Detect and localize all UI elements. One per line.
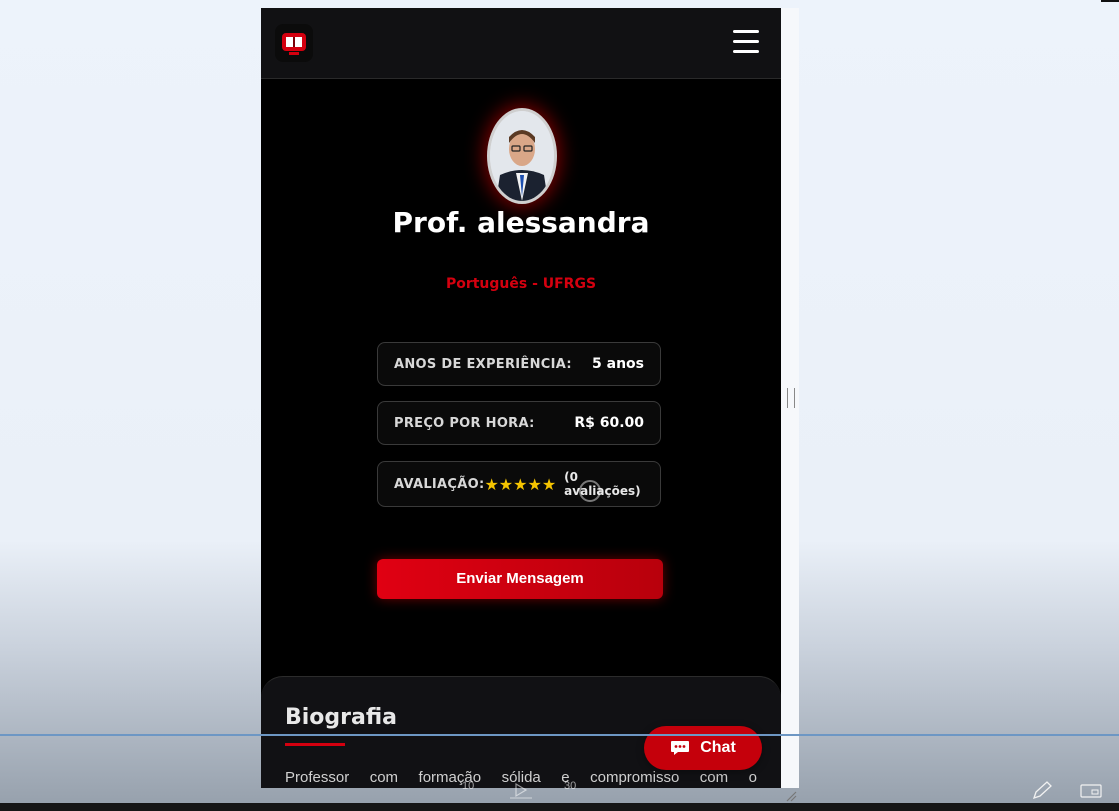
hamburger-icon[interactable]: [733, 30, 759, 54]
star-rating-icon: ★★★★★: [484, 474, 557, 494]
experience-label: ANOS DE EXPERIÊNCIA:: [394, 356, 572, 372]
send-message-button[interactable]: Enviar Mensagem: [377, 559, 663, 599]
chat-label: Chat: [700, 739, 736, 756]
navbar: [261, 8, 781, 79]
forward-label: 30: [564, 780, 577, 792]
forward-button[interactable]: 30: [564, 780, 576, 792]
price-label: PREÇO POR HORA:: [394, 415, 535, 431]
rewind-label: 10: [462, 780, 475, 792]
pen-icon[interactable]: [1030, 780, 1054, 802]
profile-name: Prof. alessandra: [392, 206, 650, 239]
rating-label: AVALIAÇÃO:: [394, 476, 485, 492]
bottom-bar: [0, 803, 1119, 811]
logo[interactable]: [275, 24, 313, 62]
mobile-viewport: Prof. alessandra Português - UFRGS ANOS …: [261, 8, 781, 788]
chat-bubble-icon: [671, 741, 690, 755]
overlay-divider: [0, 734, 1119, 736]
rewind-button[interactable]: 10: [462, 780, 474, 792]
book-icon: [282, 33, 306, 55]
resize-handle[interactable]: [787, 388, 795, 408]
title-underline: [285, 743, 345, 746]
profile-subject: Português - UFRGS: [445, 276, 597, 292]
experience-card: ANOS DE EXPERIÊNCIA: 5 anos: [377, 342, 661, 386]
experience-value: 5 anos: [592, 356, 644, 372]
price-value: R$ 60.00: [574, 415, 644, 431]
biography-title: Biografia: [285, 705, 398, 730]
play-icon[interactable]: [508, 782, 534, 800]
rating-card: AVALIAÇÃO: ★★★★★ (0 avaliações): [377, 461, 661, 507]
price-card: PREÇO POR HORA: R$ 60.00: [377, 401, 661, 445]
avatar: [487, 108, 557, 204]
screen-icon[interactable]: [1080, 783, 1102, 799]
chat-button[interactable]: Chat: [644, 726, 762, 770]
resize-corner-icon[interactable]: [785, 790, 797, 802]
loading-spinner-icon: [579, 480, 601, 502]
review-count: (0 avaliações): [564, 470, 641, 498]
corner-mark: [1101, 0, 1119, 8]
